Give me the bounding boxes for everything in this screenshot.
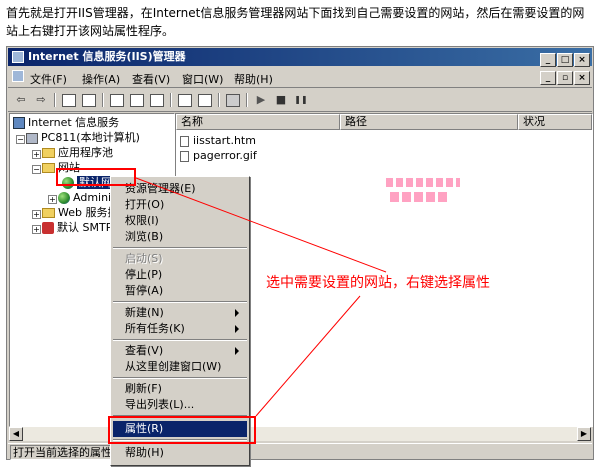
tree-node-iis-root[interactable]: Internet 信息服务: [13, 116, 119, 130]
export-icon[interactable]: [148, 92, 166, 108]
menu-view[interactable]: 查看(V): [132, 71, 170, 87]
refresh-icon[interactable]: [128, 92, 146, 108]
expand-icon[interactable]: +: [48, 195, 57, 204]
stop-icon[interactable]: ■: [272, 92, 290, 108]
ctx-item-export-list[interactable]: 导出列表(L)...: [113, 397, 247, 413]
pause-icon[interactable]: ❚❚: [292, 92, 310, 108]
ctx-item-stop[interactable]: 停止(P): [113, 267, 247, 283]
properties-icon[interactable]: [108, 92, 126, 108]
ctx-item-new[interactable]: 新建(N): [113, 305, 247, 321]
up-folder-icon[interactable]: [60, 92, 78, 108]
toolbar: ⇦ ⇨ ▶ ■ ❚❚: [8, 89, 592, 112]
status-bar: 打开当前选择的属性对: [8, 443, 592, 460]
list-item[interactable]: iisstart.htm: [180, 134, 256, 148]
help-icon[interactable]: [176, 92, 194, 108]
globe-icon: [58, 192, 70, 204]
smtp-icon: [42, 222, 54, 234]
horizontal-scrollbar[interactable]: ◀ ▶: [9, 427, 591, 441]
ctx-item-open[interactable]: 打开(O): [113, 197, 247, 213]
collapse-icon[interactable]: −: [16, 135, 25, 144]
computer-icon: [26, 132, 38, 144]
folder-icon: [42, 148, 55, 158]
submenu-arrow-icon: [235, 325, 239, 333]
ctx-item-view[interactable]: 查看(V): [113, 343, 247, 359]
ctx-item-pause[interactable]: 暂停(A): [113, 283, 247, 299]
tree-node-computer[interactable]: PC811(本地计算机): [26, 131, 140, 145]
ctx-item-permissions[interactable]: 权限(I): [113, 213, 247, 229]
collapse-icon[interactable]: −: [32, 165, 41, 174]
intro-paragraph: 首先就是打开IIS管理器，在Internet信息服务管理器网站下面找到自己需要设…: [6, 6, 585, 38]
mdi-restore-button[interactable]: ▫: [557, 71, 573, 85]
ctx-item-all-tasks[interactable]: 所有任务(K): [113, 321, 247, 337]
window-title: Internet 信息服务(IIS)管理器: [28, 50, 186, 63]
iis-app-icon: [12, 51, 24, 63]
menu-file[interactable]: 文件(F): [30, 71, 67, 87]
back-arrow-icon[interactable]: ⇦: [12, 92, 30, 108]
console-icon[interactable]: [196, 92, 214, 108]
show-tree-icon[interactable]: [80, 92, 98, 108]
file-icon: [180, 150, 189, 162]
minimize-button[interactable]: _: [540, 53, 556, 67]
maximize-button[interactable]: □: [557, 53, 573, 67]
watermark: [386, 178, 466, 208]
list-item[interactable]: pagerror.gif: [180, 149, 257, 163]
tree-node-app-pools[interactable]: 应用程序池: [42, 146, 113, 160]
file-icon: [180, 135, 189, 147]
iis-manager-window: Internet 信息服务(IIS)管理器 _ □ × 文件(F) 操作(A) 查看…: [6, 46, 594, 460]
forward-arrow-icon[interactable]: ⇨: [32, 92, 50, 108]
ctx-item-start: 启动(S): [125, 252, 163, 265]
mdi-minimize-button[interactable]: _: [540, 71, 556, 85]
scroll-right-icon[interactable]: ▶: [577, 427, 591, 441]
folder-icon: [42, 208, 55, 218]
highlight-box-properties: [108, 416, 256, 444]
expand-icon[interactable]: +: [32, 210, 41, 219]
ctx-item-browse[interactable]: 浏览(B): [113, 229, 247, 245]
folder-open-icon: [42, 163, 55, 173]
scroll-left-icon[interactable]: ◀: [9, 427, 23, 441]
menu-help[interactable]: 帮助(H): [234, 71, 273, 87]
iis-icon: [13, 117, 25, 129]
annotation-note: 选中需要设置的网站，右键选择属性: [266, 275, 490, 291]
expand-icon[interactable]: +: [32, 150, 41, 159]
expand-icon[interactable]: +: [32, 225, 41, 234]
menu-window[interactable]: 窗口(W): [182, 71, 223, 87]
submenu-arrow-icon: [235, 309, 239, 317]
ctx-item-new-window[interactable]: 从这里创建窗口(W): [113, 359, 247, 375]
close-button[interactable]: ×: [574, 53, 590, 67]
column-header-status[interactable]: 状况: [518, 114, 592, 130]
submenu-arrow-icon: [235, 347, 239, 355]
computer-icon[interactable]: [224, 92, 242, 108]
menu-action[interactable]: 操作(A): [82, 71, 120, 87]
console-menu-icon[interactable]: [12, 70, 24, 82]
play-icon[interactable]: ▶: [252, 92, 270, 108]
ctx-item-help[interactable]: 帮助(H): [113, 445, 247, 461]
column-header-name[interactable]: 名称: [176, 114, 340, 130]
title-bar[interactable]: Internet 信息服务(IIS)管理器 _ □ ×: [8, 48, 592, 67]
mdi-close-button[interactable]: ×: [574, 71, 590, 85]
tree-node-web-ext[interactable]: Web 服务扩: [42, 206, 118, 220]
column-header-path[interactable]: 路径: [340, 114, 518, 130]
highlight-box-site: [56, 168, 136, 186]
ctx-item-refresh[interactable]: 刷新(F): [113, 381, 247, 397]
menu-bar: 文件(F) 操作(A) 查看(V) 窗口(W) 帮助(H) _ ▫ ×: [8, 67, 592, 88]
